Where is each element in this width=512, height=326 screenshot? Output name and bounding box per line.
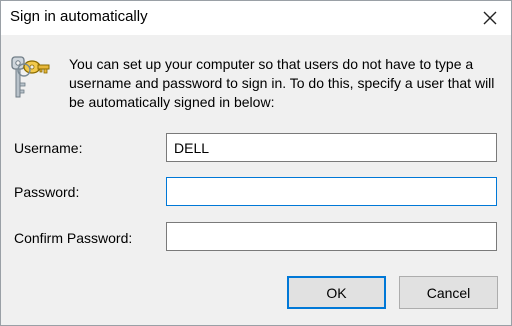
ok-button[interactable]: OK: [287, 276, 386, 309]
username-input[interactable]: [166, 133, 497, 162]
title-bar: Sign in automatically: [1, 1, 511, 35]
username-label: Username:: [14, 140, 83, 156]
password-label: Password:: [14, 184, 80, 200]
confirm-password-label: Confirm Password:: [14, 230, 133, 246]
password-input[interactable]: [166, 177, 497, 206]
window-title: Sign in automatically: [10, 8, 148, 25]
confirm-password-input[interactable]: [166, 222, 497, 251]
keys-icon: [7, 55, 51, 101]
cancel-button[interactable]: Cancel: [399, 276, 498, 309]
sign-in-automatically-dialog: Sign in automatically You can set up you…: [0, 0, 512, 326]
close-icon[interactable]: [477, 5, 503, 31]
description-text: You can set up your computer so that use…: [69, 56, 495, 110]
